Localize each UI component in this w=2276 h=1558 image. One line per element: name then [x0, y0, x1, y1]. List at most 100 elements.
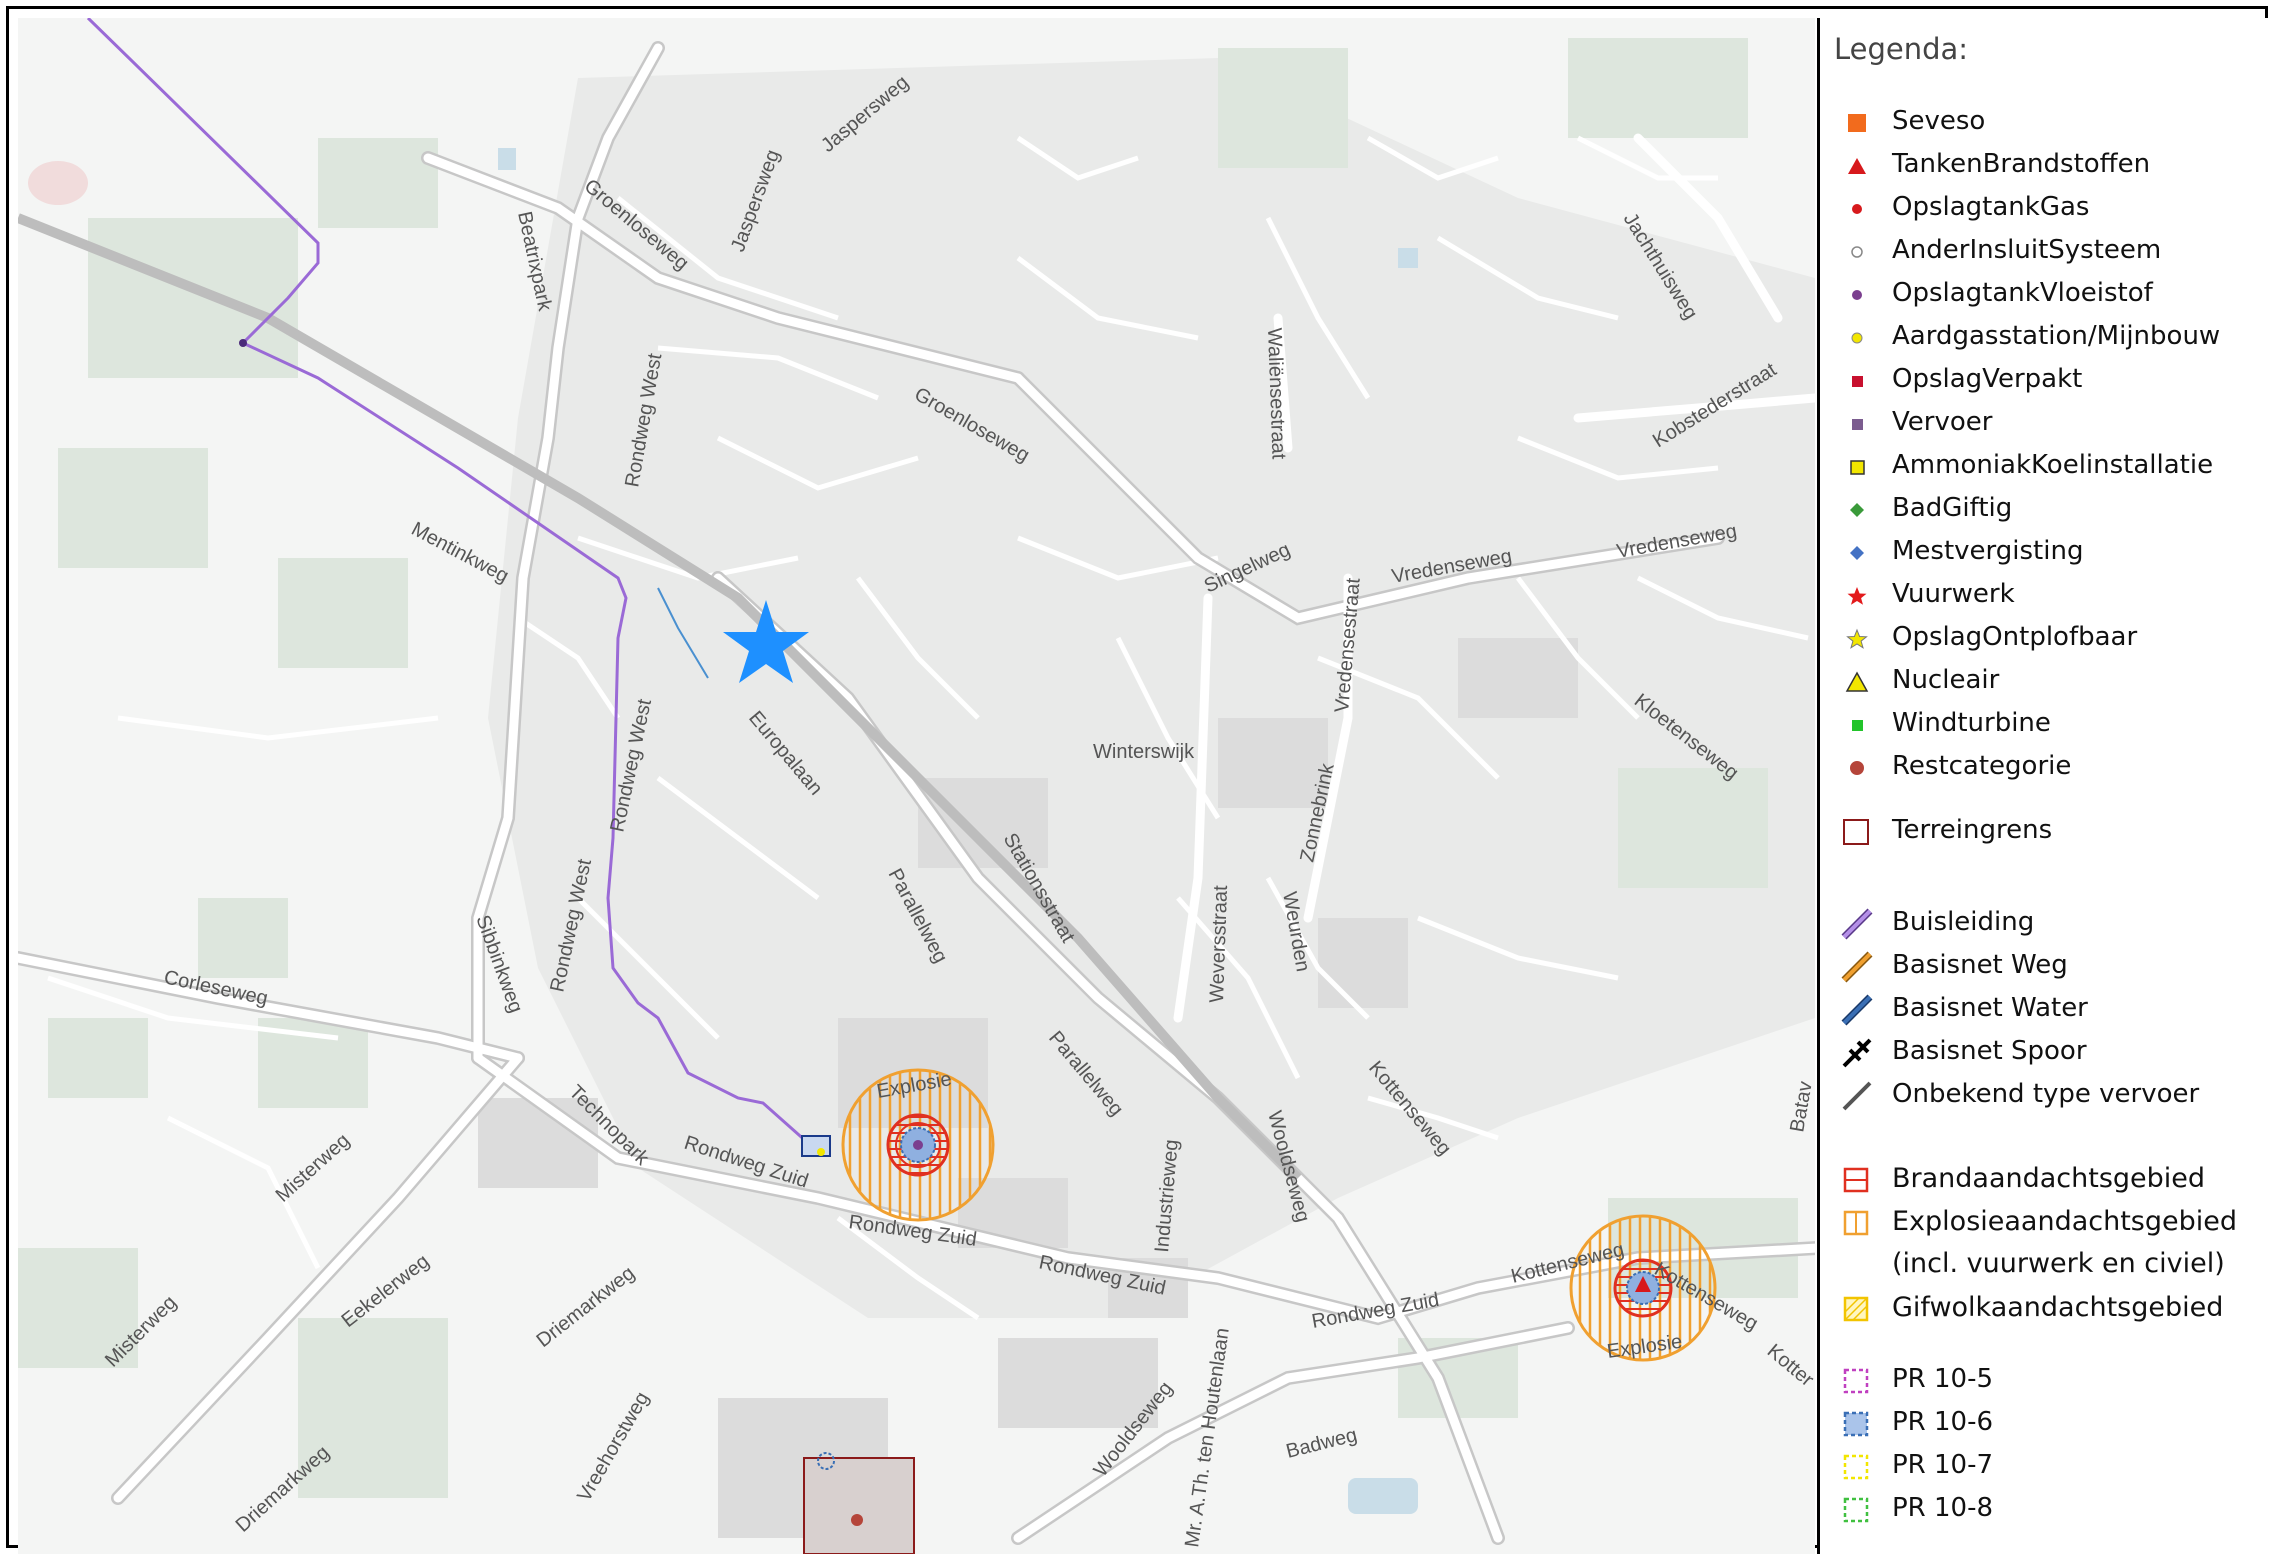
legend-item-pr-10-8: PR 10-8 [1820, 1489, 2276, 1529]
yellow-star-icon [1846, 628, 1868, 649]
legend-item-badgiftig: BadGiftig [1820, 489, 2276, 529]
orange-line-icon [1841, 951, 1873, 983]
legend-label: PR 10-5 [1892, 1364, 1994, 1394]
legend-label: Buisleiding [1892, 907, 2035, 937]
white-dot-icon [1851, 246, 1863, 258]
legend-item-anderinsluitsysteem: AnderInsluitSysteem [1820, 231, 2276, 271]
legend-label: Aardgasstation/Mijnbouw [1892, 321, 2221, 351]
blue-line-icon [1841, 994, 1873, 1026]
legend-label: Gifwolkaandachtsgebied [1892, 1292, 2224, 1323]
legend-label: Mestvergisting [1892, 536, 2084, 566]
legend-item-opslagtankgas: OpslagtankGas [1820, 188, 2276, 228]
place-label-winterswijk: Winterswijk [1093, 741, 1195, 763]
rail-line-icon [1842, 1038, 1872, 1068]
orange-hatched-square-icon [1843, 1210, 1869, 1236]
legend-label: Seveso [1892, 106, 1986, 136]
legend-item-restcategorie: Restcategorie [1820, 747, 2276, 787]
street-label: Waliënsestraat [1263, 327, 1290, 460]
red-star-icon [1847, 587, 1867, 605]
legend-label: PR 10-8 [1892, 1493, 1994, 1523]
legend-label: OpslagtankGas [1892, 192, 2090, 222]
orange-square-icon [1848, 114, 1866, 132]
yellow-hatched-square-icon [1843, 1296, 1869, 1322]
legend-item-seveso: Seveso [1820, 102, 2276, 142]
yellow-small-square-icon [1850, 460, 1865, 475]
legend-label: OpslagtankVloeistof [1892, 278, 2153, 308]
legend-item-basisnet-weg: Basisnet Weg [1820, 946, 2276, 986]
street-label: Weversstraat [1206, 885, 1232, 1004]
green-diamond-icon [1850, 503, 1864, 517]
purple-dot-icon [1852, 290, 1862, 300]
red-hatched-square-icon [1843, 1167, 1869, 1193]
purple-line-icon [1841, 908, 1873, 940]
legend-label: OpslagVerpakt [1892, 364, 2083, 394]
legend-item-opslagverpakt: OpslagVerpakt [1820, 360, 2276, 400]
yellow-dashed-square-icon [1843, 1454, 1869, 1480]
legend-label: Basisnet Water [1892, 993, 2088, 1023]
legend-item-nucleair: Nucleair [1820, 661, 2276, 701]
legend-item-gifwolkaandachtsgebied: Gifwolkaandachtsgebied [1820, 1288, 2276, 1328]
grey-line-icon [1842, 1081, 1872, 1111]
legend-label: Restcategorie [1892, 751, 2072, 781]
legend-label: AnderInsluitSysteem [1892, 235, 2162, 265]
green-small-square-icon [1852, 720, 1863, 731]
legend-item-vuurwerk: Vuurwerk [1820, 575, 2276, 615]
legend-label: Vervoer [1892, 407, 1993, 437]
red-dot-icon [1852, 204, 1862, 214]
legend-label: Onbekend type vervoer [1892, 1079, 2200, 1109]
legend-item-pr-10-7: PR 10-7 [1820, 1446, 2276, 1486]
legend-item-opslagontplofbaar: OpslagOntplofbaar [1820, 618, 2276, 658]
pipeline-node [239, 339, 247, 347]
legend-item-basisnet-water: Basisnet Water [1820, 989, 2276, 1029]
site-boundary [803, 1457, 915, 1555]
map-canvas[interactable]: Explosie Explosie Jaspersweg Jaspersweg … [11, 16, 1825, 1555]
red-triangle-icon [1848, 158, 1866, 174]
legend-label: Basisnet Weg [1892, 950, 2068, 980]
legend-item-terreingrens: Terreingrens [1820, 811, 2276, 851]
legend-label: Terreingrens [1892, 815, 2053, 845]
legend-label: Brandaandachtsgebied [1892, 1163, 2206, 1194]
yellow-dot-icon [1851, 332, 1863, 344]
base-map: Explosie Explosie Jaspersweg Jaspersweg … [11, 16, 1825, 1555]
legend-label: Windturbine [1892, 708, 2051, 738]
legend-item-basisnet-spoor: Basisnet Spoor [1820, 1032, 2276, 1072]
legend-label: OpslagOntplofbaar [1892, 622, 2138, 652]
legend-item-pr-10-5: PR 10-5 [1820, 1360, 2276, 1400]
legend-label: (incl. vuurwerk en civiel) [1892, 1248, 2225, 1279]
legend-item-opslagtankvloeistof: OpslagtankVloeistof [1820, 274, 2276, 314]
legend-label: TankenBrandstoffen [1892, 149, 2151, 179]
legend-label: PR 10-6 [1892, 1407, 1994, 1437]
legend-item-ammoniakkoelinstallatie: AmmoniakKoelinstallatie [1820, 446, 2276, 486]
legend-item-tankenbrandstoffen: TankenBrandstoffen [1820, 145, 2276, 185]
magenta-dashed-square-icon [1843, 1368, 1869, 1394]
map-frame: Explosie Explosie Jaspersweg Jaspersweg … [6, 6, 2275, 1555]
tank-marker [913, 1140, 923, 1150]
legend-label: Explosieaandachtsgebied [1892, 1206, 2238, 1237]
legend-item-vervoer: Vervoer [1820, 403, 2276, 443]
yellow-triangle-icon [1845, 671, 1869, 692]
legend-item-aardgasstation: Aardgasstation/Mijnbouw [1820, 317, 2276, 357]
green-dashed-square-icon [1843, 1497, 1869, 1523]
legend-item-explosie-note: (incl. vuurwerk en civiel) [1820, 1244, 2276, 1284]
outline-square-icon [1843, 819, 1869, 845]
legend-item-explosieaandachtsgebied: Explosieaandachtsgebied [1820, 1202, 2276, 1242]
blue-dashed-square-icon [1843, 1411, 1869, 1437]
legend-label: PR 10-7 [1892, 1450, 1994, 1480]
blue-diamond-icon [1850, 546, 1864, 560]
legend-item-mestvergisting: Mestvergisting [1820, 532, 2276, 572]
brown-dot-icon [1850, 761, 1864, 775]
pink-area [28, 161, 88, 205]
legend-title: Legenda: [1834, 32, 1969, 66]
legend-label: BadGiftig [1892, 493, 2013, 523]
legend-label: AmmoniakKoelinstallatie [1892, 450, 2214, 480]
red-small-square-icon [1852, 376, 1863, 387]
legend-item-brandaandachtsgebied: Brandaandachtsgebied [1820, 1159, 2276, 1199]
legend-label: Vuurwerk [1892, 579, 2015, 609]
aardgasstation-marker [817, 1148, 825, 1156]
restcategorie-marker [851, 1514, 863, 1526]
legend-item-pr-10-6: PR 10-6 [1820, 1403, 2276, 1443]
legend-label: Nucleair [1892, 665, 2000, 695]
purple-small-square-icon [1852, 419, 1863, 430]
legend-item-buisleiding: Buisleiding [1820, 903, 2276, 943]
vervoer-site [801, 1135, 831, 1157]
